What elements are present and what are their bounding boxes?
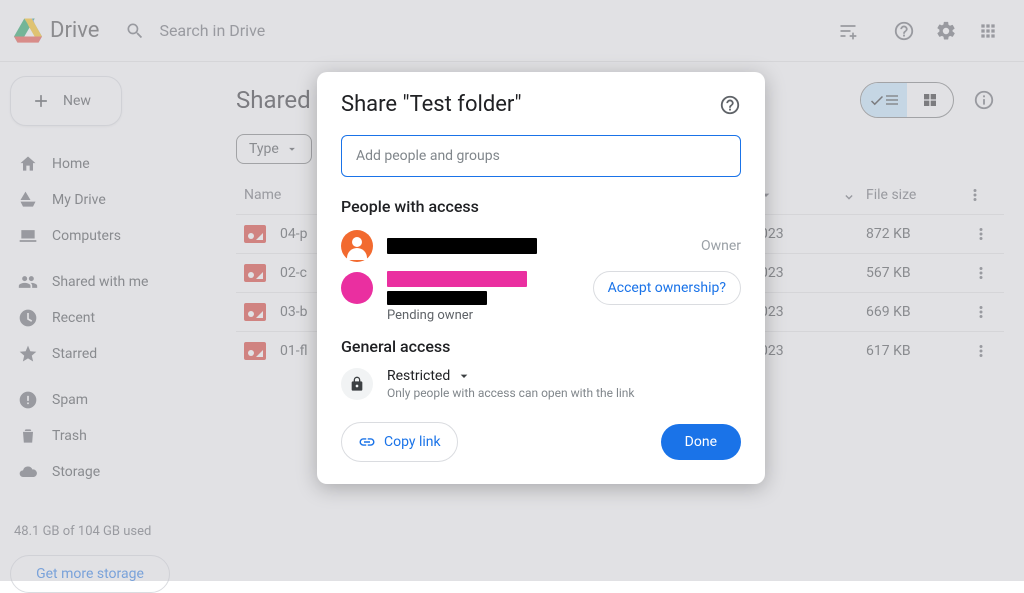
redacted-name [387,271,527,287]
chevron-down-icon [456,368,472,384]
access-level-sub: Only people with access can open with th… [387,386,635,400]
redacted-email [387,291,487,305]
dialog-help-icon[interactable] [719,94,741,116]
people-section-label: People with access [341,197,741,216]
person-row-pending: Accept ownership? [341,270,741,306]
avatar [341,230,373,262]
pending-owner-label: Pending owner [387,308,741,323]
dialog-title: Share "Test folder" [341,92,522,117]
access-level-label: Restricted [387,368,450,384]
copy-link-label: Copy link [384,434,441,450]
redacted-name [387,238,537,254]
accept-ownership-button[interactable]: Accept ownership? [593,271,741,305]
person-row-owner: Owner [341,228,741,264]
avatar [341,272,373,304]
add-people-input[interactable]: Add people and groups [341,135,741,177]
general-section-label: General access [341,337,741,356]
link-icon [358,433,376,451]
done-button[interactable]: Done [661,424,741,460]
copy-link-button[interactable]: Copy link [341,422,458,462]
role-label: Owner [701,238,741,254]
lock-icon [341,368,373,400]
share-dialog: Share "Test folder" Add people and group… [317,72,765,484]
access-level-dropdown[interactable]: Restricted [387,368,635,384]
add-people-placeholder: Add people and groups [356,148,500,164]
